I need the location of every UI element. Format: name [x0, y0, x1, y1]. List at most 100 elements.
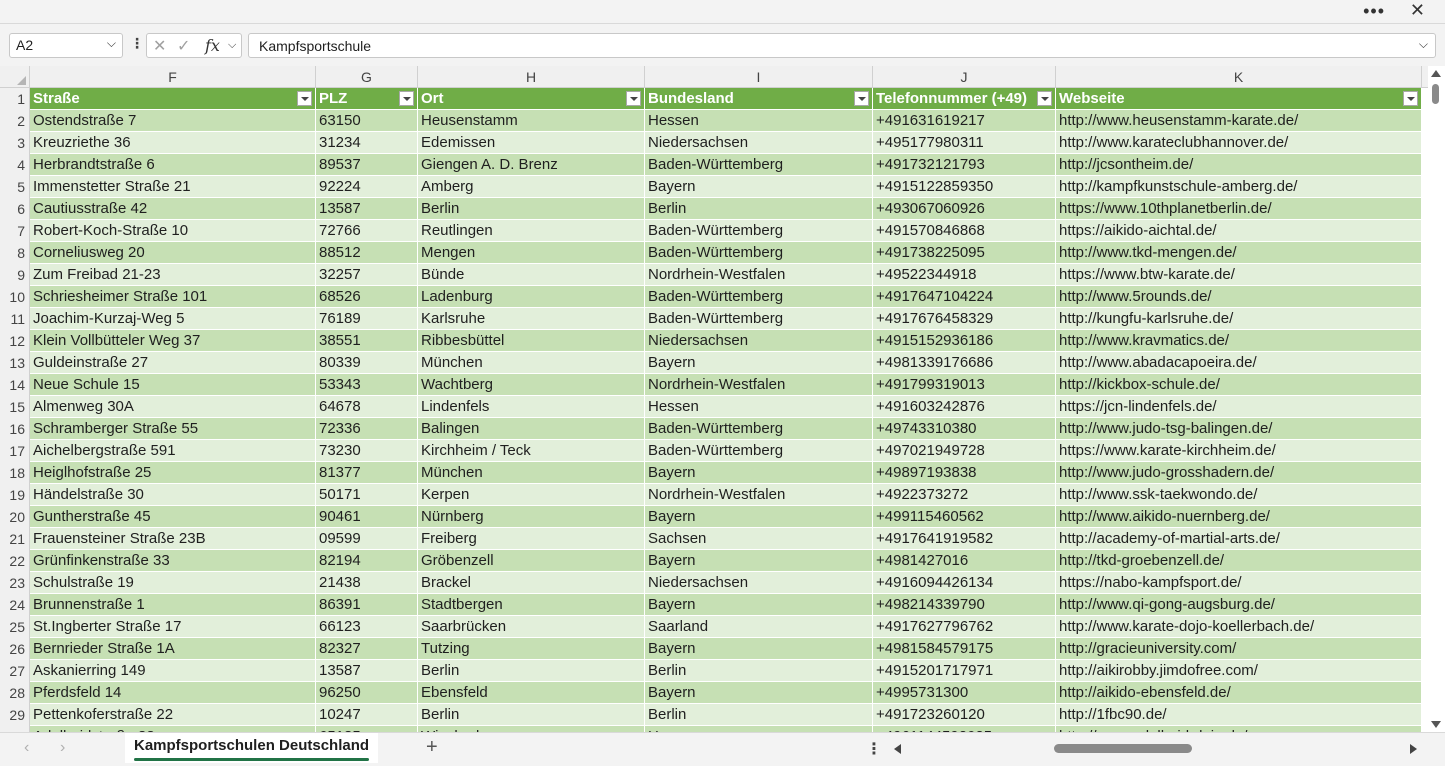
row-number[interactable]: 12: [0, 330, 30, 352]
table-cell[interactable]: Herbrandtstraße 6: [30, 154, 316, 176]
name-box[interactable]: A2 ⌵: [9, 33, 123, 58]
table-cell[interactable]: Reutlingen: [418, 220, 645, 242]
table-cell[interactable]: Nordrhein-Westfalen: [645, 484, 873, 506]
table-cell[interactable]: +4981584579175: [873, 638, 1056, 660]
table-cell[interactable]: 72336: [316, 418, 418, 440]
row-number[interactable]: 9: [0, 264, 30, 286]
table-cell[interactable]: Niedersachsen: [645, 330, 873, 352]
filter-dropdown-icon[interactable]: [1037, 91, 1052, 106]
table-cell[interactable]: Nordrhein-Westfalen: [645, 374, 873, 396]
table-cell[interactable]: +4922373272: [873, 484, 1056, 506]
table-cell[interactable]: Guldeinstraße 27: [30, 352, 316, 374]
table-cell[interactable]: Lindenfels: [418, 396, 645, 418]
row-number[interactable]: 8: [0, 242, 30, 264]
table-cell[interactable]: Kerpen: [418, 484, 645, 506]
table-cell[interactable]: +498214339790: [873, 594, 1056, 616]
table-cell[interactable]: Joachim-Kurzaj-Weg 5: [30, 308, 316, 330]
table-cell[interactable]: 68526: [316, 286, 418, 308]
table-cell[interactable]: Kirchheim / Teck: [418, 440, 645, 462]
table-cell[interactable]: Brackel: [418, 572, 645, 594]
table-cell[interactable]: +491732121793: [873, 154, 1056, 176]
table-cell[interactable]: Kreuzriethe 36: [30, 132, 316, 154]
header-cell[interactable]: Bundesland: [645, 88, 873, 110]
table-cell[interactable]: https://www.karate-kirchheim.de/: [1056, 440, 1422, 462]
table-cell[interactable]: +491723260120: [873, 704, 1056, 726]
table-cell[interactable]: Nordrhein-Westfalen: [645, 264, 873, 286]
table-cell[interactable]: 13587: [316, 198, 418, 220]
formula-bar-grip-icon[interactable]: ⋮: [130, 35, 144, 52]
cancel-icon[interactable]: ✕: [153, 36, 166, 56]
table-cell[interactable]: Edemissen: [418, 132, 645, 154]
filter-dropdown-icon[interactable]: [854, 91, 869, 106]
column-header-i[interactable]: I: [645, 66, 873, 88]
table-cell[interactable]: Giengen A. D. Brenz: [418, 154, 645, 176]
table-cell[interactable]: 21438: [316, 572, 418, 594]
table-cell[interactable]: +4917647104224: [873, 286, 1056, 308]
table-cell[interactable]: Niedersachsen: [645, 572, 873, 594]
table-cell[interactable]: +499115460562: [873, 506, 1056, 528]
scroll-up-arrow-icon[interactable]: [1431, 70, 1441, 77]
row-number[interactable]: 5: [0, 176, 30, 198]
row-number[interactable]: 22: [0, 550, 30, 572]
table-cell[interactable]: München: [418, 462, 645, 484]
table-cell[interactable]: http://gracieuniversity.com/: [1056, 638, 1422, 660]
table-cell[interactable]: Bünde: [418, 264, 645, 286]
table-cell[interactable]: Askanierring 149: [30, 660, 316, 682]
table-cell[interactable]: +49522344918: [873, 264, 1056, 286]
table-cell[interactable]: +491570846868: [873, 220, 1056, 242]
table-cell[interactable]: München: [418, 352, 645, 374]
table-cell[interactable]: +4917641919582: [873, 528, 1056, 550]
table-cell[interactable]: 73230: [316, 440, 418, 462]
table-cell[interactable]: Freiberg: [418, 528, 645, 550]
select-all-corner[interactable]: [0, 66, 30, 88]
table-cell[interactable]: Berlin: [645, 660, 873, 682]
table-cell[interactable]: Guntherstraße 45: [30, 506, 316, 528]
table-cell[interactable]: +49897193838: [873, 462, 1056, 484]
table-cell[interactable]: 66123: [316, 616, 418, 638]
table-cell[interactable]: 90461: [316, 506, 418, 528]
row-number[interactable]: 15: [0, 396, 30, 418]
table-cell[interactable]: Saarland: [645, 616, 873, 638]
expand-formula-bar-icon[interactable]: ⌵: [1419, 37, 1428, 52]
table-cell[interactable]: Niedersachsen: [645, 132, 873, 154]
table-cell[interactable]: +495177980311: [873, 132, 1056, 154]
table-cell[interactable]: Baden-Württemberg: [645, 220, 873, 242]
table-cell[interactable]: Robert-Koch-Straße 10: [30, 220, 316, 242]
table-cell[interactable]: Bayern: [645, 682, 873, 704]
header-cell[interactable]: Ort: [418, 88, 645, 110]
table-cell[interactable]: Baden-Württemberg: [645, 242, 873, 264]
table-cell[interactable]: http://www.judo-tsg-balingen.de/: [1056, 418, 1422, 440]
chevron-down-icon[interactable]: ⌵: [107, 36, 116, 51]
table-cell[interactable]: https://www.10thplanetberlin.de/: [1056, 198, 1422, 220]
row-number[interactable]: 26: [0, 638, 30, 660]
table-cell[interactable]: 86391: [316, 594, 418, 616]
table-cell[interactable]: Schriesheimer Straße 101: [30, 286, 316, 308]
table-cell[interactable]: Baden-Württemberg: [645, 440, 873, 462]
table-cell[interactable]: Schulstraße 19: [30, 572, 316, 594]
table-cell[interactable]: Händelstraße 30: [30, 484, 316, 506]
previous-sheet-icon[interactable]: ‹: [24, 739, 29, 757]
table-cell[interactable]: +491631619217: [873, 110, 1056, 132]
table-cell[interactable]: 38551: [316, 330, 418, 352]
table-cell[interactable]: 80339: [316, 352, 418, 374]
row-number[interactable]: 18: [0, 462, 30, 484]
check-icon[interactable]: ✓: [177, 36, 190, 56]
table-cell[interactable]: 64678: [316, 396, 418, 418]
table-cell[interactable]: +4917676458329: [873, 308, 1056, 330]
table-cell[interactable]: Sachsen: [645, 528, 873, 550]
table-cell[interactable]: http://aikirobby.jimdofree.com/: [1056, 660, 1422, 682]
row-number[interactable]: 7: [0, 220, 30, 242]
table-cell[interactable]: Grünfinkenstraße 33: [30, 550, 316, 572]
table-cell[interactable]: Bayern: [645, 352, 873, 374]
table-cell[interactable]: +4915152936186: [873, 330, 1056, 352]
row-number[interactable]: 21: [0, 528, 30, 550]
spreadsheet-grid[interactable]: FGHIJK 1 Straße PLZ Ort Bundesland Telefonnum…: [0, 66, 1428, 732]
table-cell[interactable]: Berlin: [645, 704, 873, 726]
table-cell[interactable]: http://www.abadacapoeira.de/: [1056, 352, 1422, 374]
table-cell[interactable]: https://aikido-aichtal.de/: [1056, 220, 1422, 242]
table-cell[interactable]: St.Ingberter Straße 17: [30, 616, 316, 638]
table-cell[interactable]: 82327: [316, 638, 418, 660]
table-cell[interactable]: Saarbrücken: [418, 616, 645, 638]
table-cell[interactable]: http://www.tkd-mengen.de/: [1056, 242, 1422, 264]
column-header-h[interactable]: H: [418, 66, 645, 88]
